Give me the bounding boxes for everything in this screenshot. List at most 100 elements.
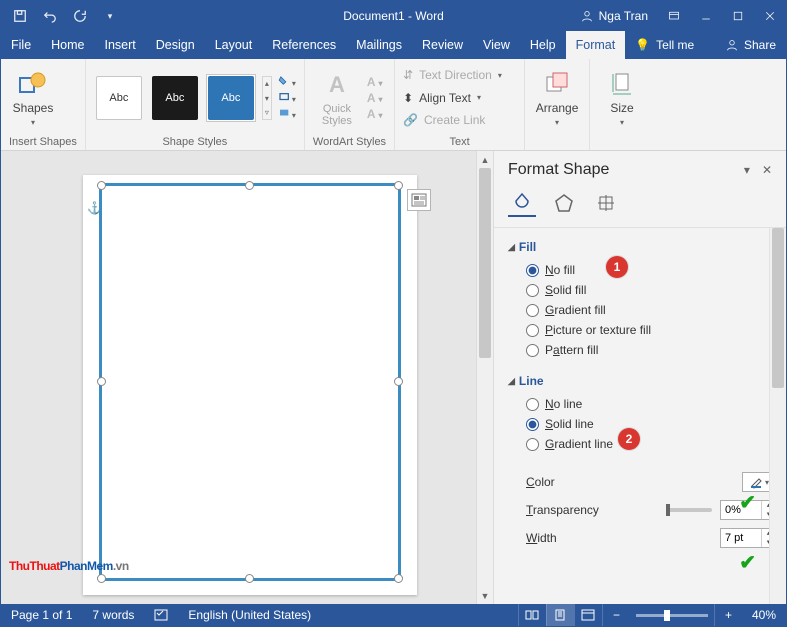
shape-style-3[interactable]: Abc <box>208 76 254 120</box>
status-proof[interactable] <box>144 608 178 622</box>
text-effects-button: A ▾ <box>367 107 383 121</box>
tab-insert[interactable]: Insert <box>95 31 146 59</box>
maximize-button[interactable] <box>722 1 754 31</box>
zoom-slider[interactable] <box>636 614 708 617</box>
save-button[interactable] <box>7 4 33 28</box>
view-print-layout[interactable] <box>546 604 574 626</box>
size-button[interactable]: Size▾ <box>598 68 646 127</box>
window-title: Document1 - Word <box>343 9 443 23</box>
qat-customize[interactable]: ▾ <box>97 4 123 28</box>
zoom-level[interactable]: 40% <box>742 608 786 622</box>
option-solid-fill[interactable]: Solid fill <box>508 280 786 300</box>
pane-scrollbar[interactable] <box>769 228 786 604</box>
shape-effects-button[interactable]: ▾ <box>278 107 296 121</box>
resize-handle[interactable] <box>97 181 106 190</box>
width-input[interactable]: ▴▾ <box>720 528 776 548</box>
pane-tab-effects[interactable] <box>550 189 578 217</box>
pane-tab-fill-line[interactable] <box>508 189 536 217</box>
pane-title: Format Shape <box>508 161 609 179</box>
tab-mailings[interactable]: Mailings <box>346 31 412 59</box>
tell-me[interactable]: 💡Tell me <box>625 31 704 59</box>
option-solid-line[interactable]: Solid line <box>508 414 786 434</box>
shape-outline-button[interactable]: ▾ <box>278 91 296 105</box>
tab-home[interactable]: Home <box>41 31 94 59</box>
section-header-fill[interactable]: ◢Fill <box>508 240 786 254</box>
align-text-button[interactable]: ⬍Align Text ▾ <box>403 87 502 110</box>
scroll-down[interactable]: ▼ <box>477 587 493 604</box>
quick-styles-icon: A <box>321 69 353 101</box>
shape-style-2[interactable]: Abc <box>152 76 198 120</box>
transparency-slider[interactable] <box>666 508 712 512</box>
shape-style-more[interactable]: ▴▾▿ <box>262 76 272 120</box>
tab-format[interactable]: Format <box>566 31 626 59</box>
field-width: Width ▴▾ <box>508 524 786 552</box>
callout-2: 2 <box>618 428 640 450</box>
section-fill: ◢Fill No fill Solid fill Gradient fill P… <box>508 240 786 360</box>
document-area[interactable]: ⚓ ThuThuatPhanMem.vn <box>1 151 476 604</box>
close-button[interactable] <box>754 1 786 31</box>
view-web-layout[interactable] <box>574 604 602 626</box>
group-insert-shapes: Shapes▾ Insert Shapes <box>1 59 86 150</box>
zoom-in[interactable]: + <box>714 604 742 626</box>
minimize-button[interactable] <box>690 1 722 31</box>
scroll-thumb[interactable] <box>479 168 491 358</box>
redo-button[interactable] <box>67 4 93 28</box>
group-size: Size▾ <box>590 59 654 150</box>
title-bar: ▾ Document1 - Word Nga Tran <box>1 1 786 31</box>
option-no-line[interactable]: No line <box>508 394 786 414</box>
selected-shape[interactable] <box>99 183 401 581</box>
resize-handle[interactable] <box>394 377 403 386</box>
group-label-insert-shapes: Insert Shapes <box>9 133 77 150</box>
pane-tab-layout[interactable] <box>592 189 620 217</box>
tab-review[interactable]: Review <box>412 31 473 59</box>
option-picture-fill[interactable]: Picture or texture fill <box>508 320 786 340</box>
pane-body: ◢Fill No fill Solid fill Gradient fill P… <box>494 228 786 604</box>
status-words[interactable]: 7 words <box>82 608 144 622</box>
zoom-out[interactable]: − <box>602 604 630 626</box>
shape-fill-button[interactable]: ▾ <box>278 75 296 89</box>
shapes-gallery-button[interactable]: Shapes▾ <box>9 68 57 127</box>
callout-1: 1 <box>606 256 628 278</box>
option-gradient-line[interactable]: Gradient line <box>508 434 786 454</box>
share-button[interactable]: Share <box>716 31 786 59</box>
option-gradient-fill[interactable]: Gradient fill <box>508 300 786 320</box>
scroll-up[interactable]: ▲ <box>477 151 493 168</box>
section-header-line[interactable]: ◢Line <box>508 374 786 388</box>
text-outline-button: A ▾ <box>367 91 383 105</box>
section-line: ◢Line No line Solid line Gradient line 2 <box>508 374 786 454</box>
tab-file[interactable]: File <box>1 31 41 59</box>
tab-view[interactable]: View <box>473 31 520 59</box>
tab-design[interactable]: Design <box>146 31 205 59</box>
tab-layout[interactable]: Layout <box>205 31 263 59</box>
ribbon-display-options[interactable] <box>658 1 690 31</box>
user-account[interactable]: Nga Tran <box>571 1 658 31</box>
resize-handle[interactable] <box>394 574 403 583</box>
status-language[interactable]: English (United States) <box>178 608 321 622</box>
view-read-mode[interactable] <box>518 604 546 626</box>
ribbon-tabs: File Home Insert Design Layout Reference… <box>1 31 786 59</box>
resize-handle[interactable] <box>245 181 254 190</box>
resize-handle[interactable] <box>394 181 403 190</box>
resize-handle[interactable] <box>245 574 254 583</box>
status-page[interactable]: Page 1 of 1 <box>1 608 82 622</box>
pane-options[interactable]: ▾ <box>744 163 750 177</box>
arrange-icon <box>541 68 573 100</box>
vertical-scrollbar[interactable]: ▲ ▼ <box>476 151 493 604</box>
arrange-button[interactable]: Arrange▾ <box>533 68 581 127</box>
size-icon <box>606 68 638 100</box>
format-shape-pane: Format Shape ▾ ✕ ◢Fill No fill Solid fil… <box>493 151 786 604</box>
group-text: ⇵Text Direction ▾ ⬍Align Text ▾ 🔗Create … <box>395 59 525 150</box>
quick-styles-button: A Quick Styles <box>313 69 361 127</box>
shape-style-1[interactable]: Abc <box>96 76 142 120</box>
resize-handle[interactable] <box>97 377 106 386</box>
check-icon: ✔ <box>739 550 756 575</box>
option-no-fill[interactable]: No fill <box>508 260 786 280</box>
layout-options-button[interactable] <box>407 189 431 211</box>
option-pattern-fill[interactable]: Pattern fill <box>508 340 786 360</box>
tab-references[interactable]: References <box>262 31 346 59</box>
tab-help[interactable]: Help <box>520 31 566 59</box>
status-bar: Page 1 of 1 7 words English (United Stat… <box>1 604 786 626</box>
undo-button[interactable] <box>37 4 63 28</box>
pane-close[interactable]: ✕ <box>762 163 772 177</box>
ribbon: Shapes▾ Insert Shapes Abc Abc Abc ▴▾▿ ▾ … <box>1 59 786 151</box>
